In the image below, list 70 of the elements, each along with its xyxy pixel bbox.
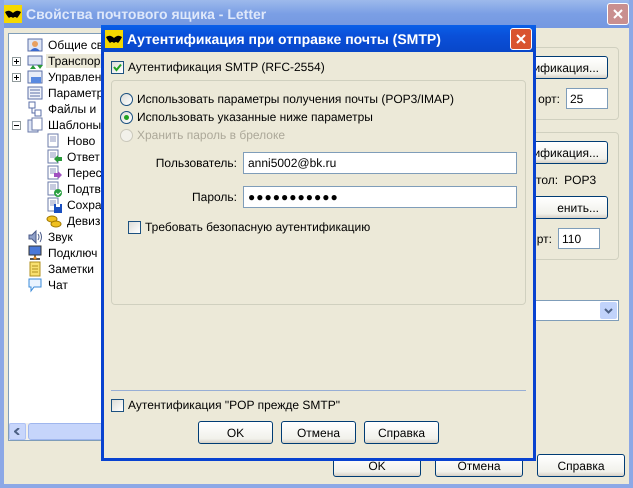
radio-label: Хранить пароль в брелоке — [137, 128, 286, 142]
password-field[interactable]: ●●●●●●●●●●● — [243, 186, 517, 208]
dialog-button[interactable]: OK — [198, 421, 273, 444]
password-label: Пароль: — [191, 190, 237, 204]
tree-item[interactable]: Параметр — [46, 86, 106, 100]
notepad-icon — [27, 261, 43, 277]
app-icon — [105, 30, 123, 48]
tree-item[interactable]: Ново — [65, 134, 98, 148]
envelope-window-icon — [27, 69, 43, 85]
speech-bubble-icon — [27, 277, 43, 293]
radio-label: Использовать указанные ниже параметры — [137, 110, 373, 124]
close-button[interactable] — [510, 28, 532, 50]
tree-item[interactable]: Шаблоны — [46, 118, 104, 132]
tree-item[interactable]: Подтв — [65, 182, 103, 196]
app-icon — [4, 5, 22, 23]
port-field[interactable]: 110 — [558, 228, 600, 249]
port-label: рт: — [536, 232, 552, 246]
tree-item[interactable]: Звук — [46, 230, 75, 244]
tree-item[interactable]: Транспор — [46, 54, 102, 68]
dialog-title: Аутентификация при отправке почты (SMTP) — [127, 30, 442, 46]
tree-item[interactable]: Перес — [65, 166, 104, 180]
tree-item[interactable]: Подключ — [46, 246, 100, 260]
radio-button[interactable] — [120, 92, 133, 106]
chevron-left-icon — [14, 428, 21, 435]
checkbox[interactable] — [128, 220, 141, 234]
expand-toggle[interactable] — [12, 120, 21, 130]
close-button[interactable] — [607, 3, 629, 25]
tree-item[interactable]: Девиз — [65, 214, 102, 228]
envelope-arrows-icon — [27, 53, 43, 69]
port-field[interactable]: 25 — [566, 88, 608, 109]
tree-item[interactable]: Заметки — [46, 262, 96, 276]
tree-item[interactable]: Чат — [46, 278, 70, 292]
user-field[interactable]: anni5002@bk.ru — [243, 152, 517, 174]
close-icon — [515, 32, 527, 44]
tree-item[interactable]: Управлен — [46, 70, 104, 84]
checkbox-label: Аутентификация "POP прежде SMTP" — [128, 398, 340, 412]
documents-icon — [27, 117, 43, 133]
protocol-value: POP3 — [564, 173, 596, 187]
coins-icon — [46, 213, 62, 229]
plus-icon — [13, 58, 20, 64]
window-title: Свойства почтового ящика - Letter — [26, 6, 268, 22]
chevron-down-icon — [604, 308, 613, 314]
port-label: орт: — [538, 92, 560, 106]
expand-toggle[interactable] — [12, 56, 21, 66]
user-label: Пользователь: — [154, 156, 237, 170]
tree-item[interactable]: Ответ — [65, 150, 102, 164]
files-tree-icon — [27, 101, 43, 117]
document-floppy-icon — [46, 197, 62, 213]
dialog-button[interactable]: Отмена — [281, 421, 356, 444]
checkbox[interactable] — [111, 60, 124, 74]
protocol-label: тол: — [536, 173, 558, 187]
radio-button[interactable] — [120, 110, 133, 124]
user-card-icon — [27, 37, 43, 53]
dialog-button[interactable]: Справка — [537, 454, 625, 477]
tree-item[interactable]: Файлы и — [46, 102, 98, 116]
document-check-icon — [46, 181, 62, 197]
document-arrow-icon — [46, 149, 62, 165]
radio-label: Использовать параметры получения почты (POP3/IMAP) — [137, 92, 454, 106]
tree-item[interactable]: Сохра — [65, 198, 104, 212]
checkbox-label: Требовать безопасную аутентификацию — [145, 220, 370, 234]
close-icon — [612, 8, 624, 20]
plus-icon — [13, 74, 20, 80]
list-icon — [27, 85, 43, 101]
document-arrow-icon — [46, 165, 62, 181]
expand-toggle[interactable] — [12, 72, 21, 82]
computer-icon — [27, 245, 43, 261]
checkbox-label: Аутентификация SMTP (RFC-2554) — [128, 60, 325, 74]
speaker-icon — [27, 229, 43, 245]
checkbox[interactable] — [111, 398, 124, 412]
dialog-button[interactable]: Справка — [364, 421, 439, 444]
